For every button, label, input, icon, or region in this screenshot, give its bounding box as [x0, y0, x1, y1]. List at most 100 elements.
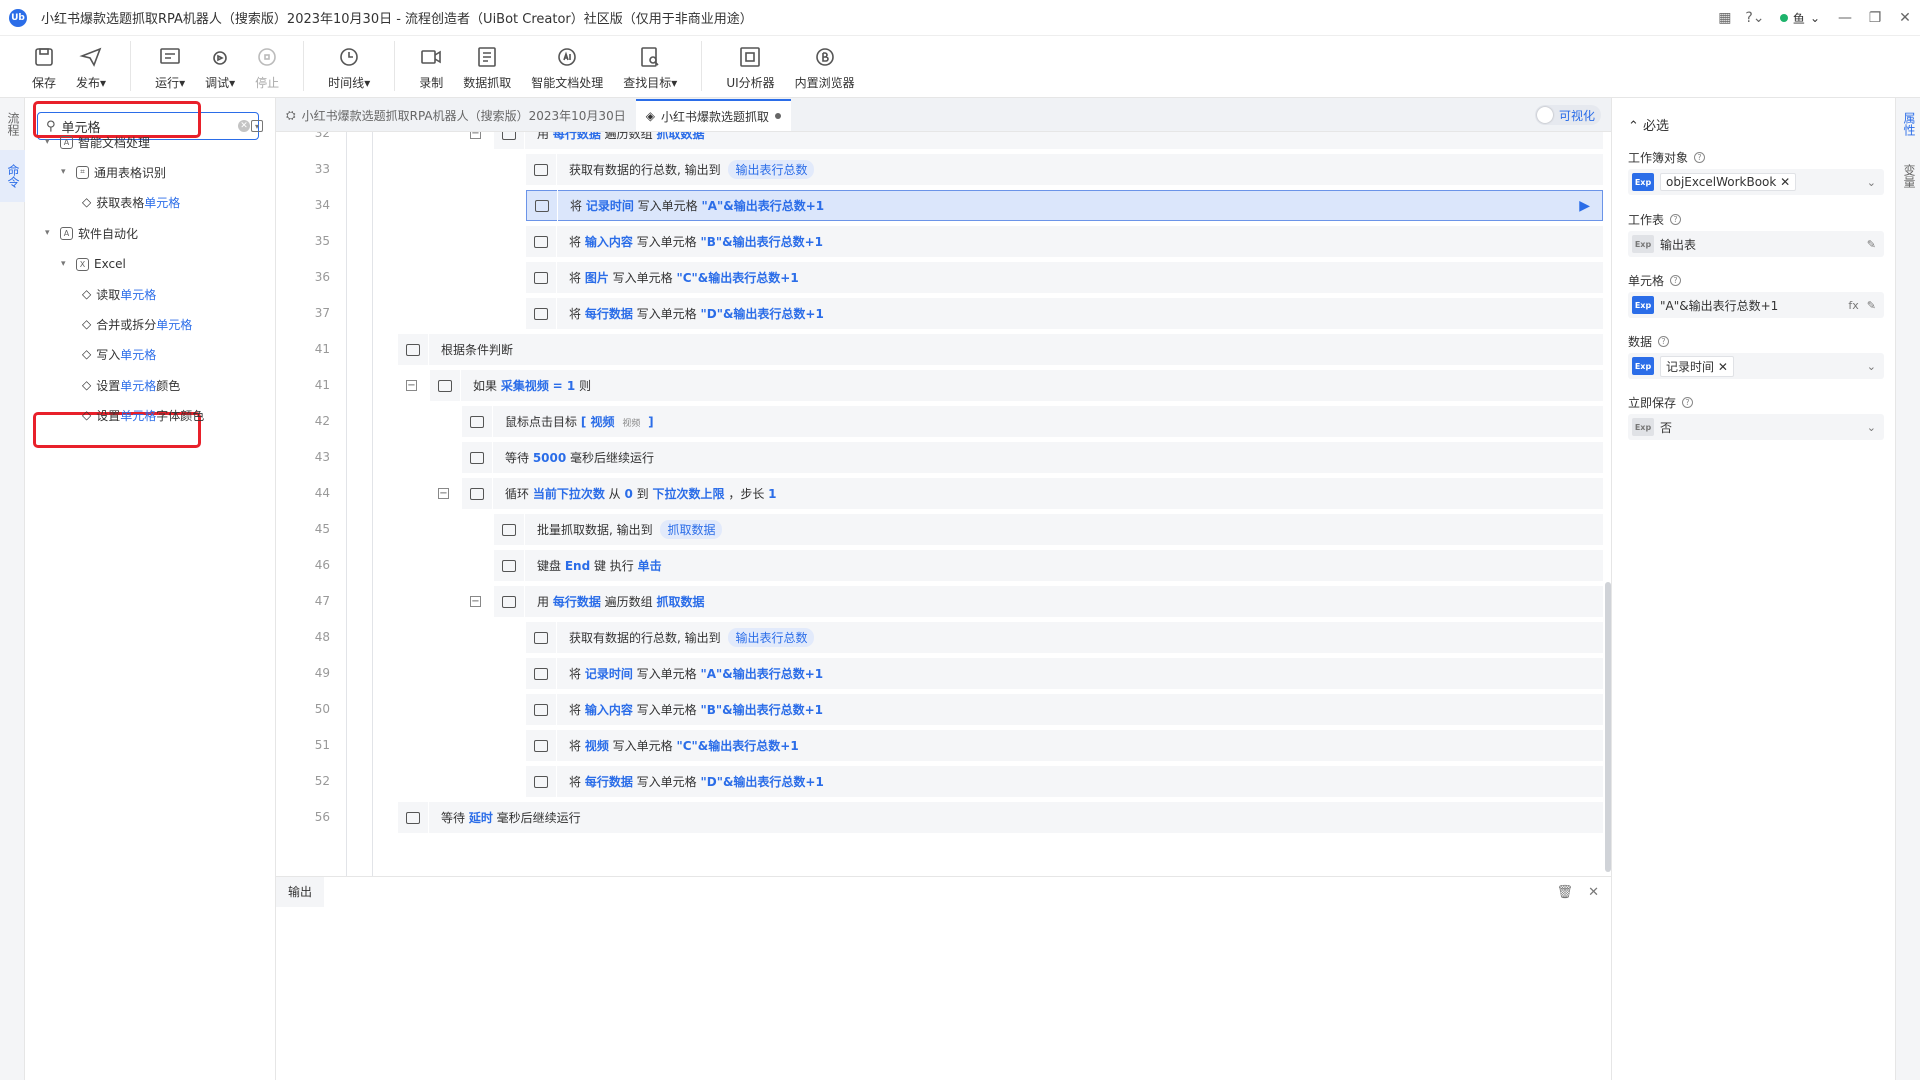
tree-item-software-automation[interactable]: ▾ A 软件自动化: [45, 222, 138, 244]
code-row[interactable]: 48 获取有数据的行总数, 输出到 输出表行总数: [276, 622, 1611, 654]
collapse-toggle-icon[interactable]: −: [470, 596, 481, 607]
tree-item-excel[interactable]: ▾ X Excel: [61, 253, 126, 275]
code-row[interactable]: 50 将 输入内容 写入单元格 "B"&输出表行总数+1: [276, 694, 1611, 726]
find-target-button[interactable]: 查找目标▾: [613, 41, 687, 97]
trash-icon[interactable]: 🗑: [1556, 885, 1573, 900]
builtin-browser-button[interactable]: 内置浏览器: [785, 41, 865, 97]
close-button[interactable]: ✕: [1890, 0, 1920, 36]
debug-button[interactable]: 调试▾: [195, 41, 245, 97]
sheet-field[interactable]: Exp 输出表 ✎: [1628, 231, 1884, 257]
exp-toggle[interactable]: Exp: [1632, 296, 1654, 314]
code-row[interactable]: 37 将 每行数据 写入单元格 "D"&输出表行总数+1: [276, 298, 1611, 330]
tab-properties[interactable]: 属性: [1896, 98, 1920, 150]
restore-button[interactable]: ❐: [1860, 0, 1890, 36]
code-row[interactable]: 33 获取有数据的行总数, 输出到 输出表行总数: [276, 154, 1611, 186]
command-block[interactable]: 获取有数据的行总数, 输出到 输出表行总数: [526, 154, 1603, 185]
code-row[interactable]: 46 键盘 End 键 执行 单击: [276, 550, 1611, 582]
help-icon[interactable]: ?⌄: [1740, 0, 1770, 36]
apps-grid-icon[interactable]: ▦: [1710, 0, 1740, 36]
tree-item-smart-doc[interactable]: ▾ A 智能文档处理: [45, 131, 150, 153]
section-required[interactable]: ⌃ 必选: [1628, 115, 1669, 134]
code-row[interactable]: 52 将 每行数据 写入单元格 "D"&输出表行总数+1: [276, 766, 1611, 798]
exp-toggle[interactable]: Exp: [1632, 173, 1654, 191]
code-row[interactable]: 45 批量抓取数据, 输出到 抓取数据: [276, 514, 1611, 546]
tree-item-write-cell[interactable]: ◇ 写入单元格: [82, 343, 156, 365]
code-row[interactable]: 32 − 用 每行数据 遍历数组 抓取数据: [276, 132, 1611, 150]
collapse-toggle-icon[interactable]: −: [438, 488, 449, 499]
code-row[interactable]: 42 鼠标点击目标 [ 视频 视频 ]: [276, 406, 1611, 438]
command-block[interactable]: 将 图片 写入单元格 "C"&输出表行总数+1: [526, 262, 1603, 293]
command-block[interactable]: 鼠标点击目标 [ 视频 视频 ]: [462, 406, 1603, 437]
tree-item-set-cell-font-color[interactable]: ◇ 设置单元格字体颜色: [82, 404, 204, 426]
edit-icon[interactable]: ✎: [1867, 238, 1880, 251]
code-row[interactable]: 35 将 输入内容 写入单元格 "B"&输出表行总数+1: [276, 226, 1611, 258]
tab-variables[interactable]: 变量: [1896, 150, 1920, 202]
code-row[interactable]: 41 根据条件判断: [276, 334, 1611, 366]
tab-commands[interactable]: 命令: [0, 150, 27, 202]
save-now-select[interactable]: Exp 否 ⌄: [1628, 414, 1884, 440]
tree-item-get-table-cell[interactable]: ◇ 获取表格单元格: [82, 191, 180, 213]
run-line-icon[interactable]: ▶: [1579, 198, 1590, 214]
command-block[interactable]: 将 记录时间 写入单元格 "A"&输出表行总数+1: [526, 658, 1603, 689]
command-block[interactable]: 将 每行数据 写入单元格 "D"&输出表行总数+1: [526, 298, 1603, 329]
tree-item-set-cell-color[interactable]: ◇ 设置单元格颜色: [82, 374, 180, 396]
command-block[interactable]: 获取有数据的行总数, 输出到 输出表行总数: [526, 622, 1603, 653]
tab-output[interactable]: 输出: [276, 877, 324, 907]
command-block[interactable]: 键盘 End 键 执行 单击: [494, 550, 1603, 581]
command-block[interactable]: 批量抓取数据, 输出到 抓取数据: [494, 514, 1603, 545]
smart-doc-button[interactable]: 智能文档处理: [521, 41, 613, 97]
cell-field[interactable]: Exp "A"&输出表行总数+1 fx ✎: [1628, 292, 1884, 318]
code-row[interactable]: 51 将 视频 写入单元格 "C"&输出表行总数+1: [276, 730, 1611, 762]
stop-button[interactable]: 停止: [245, 41, 289, 97]
code-row[interactable]: 44 − 循环 当前下拉次数 从 0 到 下拉次数上限 ，步长 1: [276, 478, 1611, 510]
command-block[interactable]: 用 每行数据 遍历数组 抓取数据: [494, 132, 1603, 149]
tree-item-merge-split-cell[interactable]: ◇ 合并或拆分单元格: [82, 313, 192, 335]
data-scrape-button[interactable]: 数据抓取: [453, 41, 521, 97]
command-block[interactable]: 用 每行数据 遍历数组 抓取数据: [494, 586, 1603, 617]
filter-icon[interactable]: ▾: [251, 120, 263, 132]
command-block[interactable]: 根据条件判断: [398, 334, 1603, 365]
close-icon[interactable]: ✕: [1588, 885, 1599, 900]
tree-item-read-cell[interactable]: ◇ 读取单元格: [82, 283, 156, 305]
collapse-toggle-icon[interactable]: −: [470, 132, 481, 139]
fx-icon[interactable]: fx: [1848, 299, 1858, 312]
timeline-button[interactable]: 时间线▾: [318, 41, 380, 97]
edit-icon[interactable]: ✎: [1867, 299, 1876, 312]
command-block[interactable]: 将 输入内容 写入单元格 "B"&输出表行总数+1: [526, 694, 1603, 725]
tab-scrape-block[interactable]: ◈ 小红书爆款选题抓取: [635, 99, 791, 131]
code-row[interactable]: 47 − 用 每行数据 遍历数组 抓取数据: [276, 586, 1611, 618]
code-row[interactable]: 43 等待 5000 毫秒后继续运行: [276, 442, 1611, 474]
tree-item-table-recognition[interactable]: ▾ ⌗ 通用表格识别: [61, 161, 166, 183]
exp-toggle[interactable]: Exp: [1632, 357, 1654, 375]
ui-analyzer-button[interactable]: UI分析器: [716, 41, 784, 97]
tab-flow[interactable]: 流程: [0, 98, 27, 150]
exp-toggle[interactable]: Exp: [1632, 235, 1654, 253]
collapse-toggle-icon[interactable]: −: [406, 380, 417, 391]
command-block[interactable]: 将 每行数据 写入单元格 "D"&输出表行总数+1: [526, 766, 1603, 797]
clear-search-icon[interactable]: ✕: [238, 120, 250, 132]
visual-toggle[interactable]: 可视化: [1535, 105, 1601, 125]
publish-button[interactable]: 发布▾: [66, 41, 116, 97]
exp-toggle[interactable]: Exp: [1632, 418, 1654, 436]
code-row[interactable]: 56 等待 延时 毫秒后继续运行: [276, 802, 1611, 834]
data-field[interactable]: Exp 记录时间 ✕ ⌄: [1628, 353, 1884, 379]
code-row[interactable]: 49 将 记录时间 写入单元格 "A"&输出表行总数+1: [276, 658, 1611, 690]
command-block[interactable]: 将 视频 写入单元格 "C"&输出表行总数+1: [526, 730, 1603, 761]
command-block[interactable]: 将 输入内容 写入单元格 "B"&输出表行总数+1: [526, 226, 1603, 257]
command-block[interactable]: 如果 采集视频 = 1 则: [430, 370, 1603, 401]
workbook-field[interactable]: Exp objExcelWorkBook ✕ ⌄: [1628, 169, 1884, 195]
save-button[interactable]: 保存: [22, 41, 66, 97]
code-row[interactable]: 41 − 如果 采集视频 = 1 则: [276, 370, 1611, 402]
command-block[interactable]: 等待 延时 毫秒后继续运行: [398, 802, 1603, 833]
run-button[interactable]: 运行▾: [145, 41, 195, 97]
code-row[interactable]: 36 将 图片 写入单元格 "C"&输出表行总数+1: [276, 262, 1611, 294]
minimize-button[interactable]: —: [1830, 0, 1860, 36]
command-block[interactable]: 将 记录时间 写入单元格 "A"&输出表行总数+1 ▶: [526, 190, 1603, 221]
tab-main-flow[interactable]: ⛭ 小红书爆款选题抓取RPA机器人（搜索版）2023年10月30日: [276, 99, 636, 131]
user-menu[interactable]: 鱼 ⌄: [1779, 10, 1820, 27]
code-row[interactable]: 34 将 记录时间 写入单元格 "A"&输出表行总数+1 ▶: [276, 190, 1611, 222]
command-block[interactable]: 等待 5000 毫秒后继续运行: [462, 442, 1603, 473]
save-now-label: 立即保存?: [1628, 394, 1694, 411]
record-button[interactable]: 录制: [409, 41, 453, 97]
command-block[interactable]: 循环 当前下拉次数 从 0 到 下拉次数上限 ，步长 1: [462, 478, 1603, 509]
